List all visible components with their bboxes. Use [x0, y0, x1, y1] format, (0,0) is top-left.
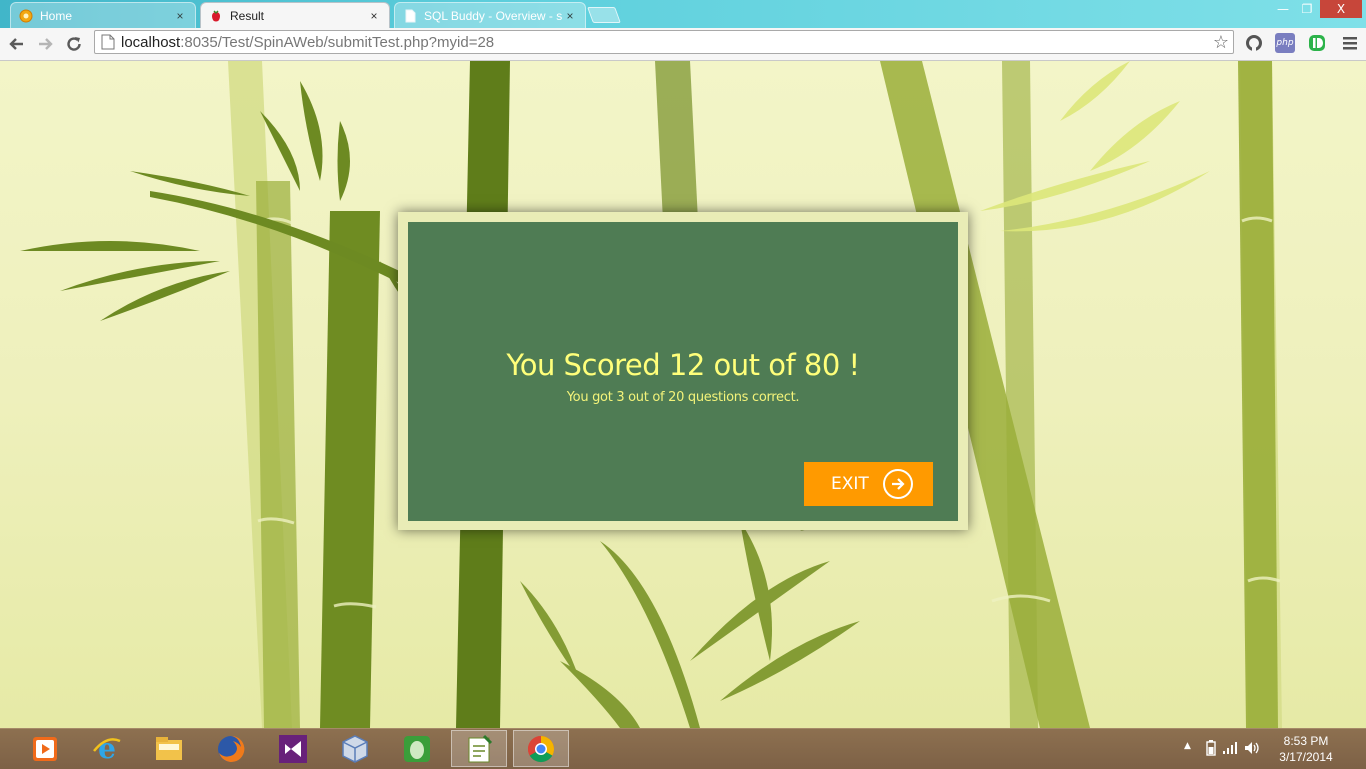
notepad-plus-plus-icon: [468, 734, 493, 762]
internet-explorer-icon: e: [93, 733, 121, 765]
taskbar-firefox[interactable]: [203, 730, 259, 767]
close-window-button[interactable]: X: [1320, 0, 1362, 18]
tab-title: Result: [230, 8, 265, 23]
taskbar-visual-studio[interactable]: [265, 730, 321, 767]
chrome-icon: [527, 735, 555, 762]
minimize-button[interactable]: —: [1272, 0, 1294, 18]
browser-titlebar: Home × Result × SQL Buddy - Overview - s…: [0, 0, 1366, 28]
media-player-icon: [33, 736, 57, 761]
score-title: You Scored 12 out of 80 !: [506, 348, 860, 382]
taskbar-notepad-plus-plus[interactable]: [451, 730, 507, 767]
idm-extension-icon[interactable]: [1307, 33, 1327, 53]
svg-text:e: e: [98, 733, 116, 765]
url-text: localhost:8035/Test/SpinAWeb/submitTest.…: [121, 33, 495, 51]
volume-icon[interactable]: [1244, 741, 1260, 755]
taskbar-chrome[interactable]: [513, 730, 569, 767]
home-favicon-icon: [19, 9, 33, 23]
tab-close-icon[interactable]: ×: [367, 9, 381, 23]
evernote-icon: [404, 735, 430, 762]
battery-icon[interactable]: [1206, 740, 1216, 756]
tab-close-icon[interactable]: ×: [563, 9, 577, 23]
taskbar-file-explorer[interactable]: [141, 730, 197, 767]
show-hidden-icons-icon[interactable]: ▲: [1184, 741, 1191, 751]
taskbar-internet-explorer[interactable]: e: [79, 730, 135, 767]
tab-result[interactable]: Result ×: [200, 2, 390, 28]
result-panel: You Scored 12 out of 80 ! You got 3 out …: [408, 222, 958, 521]
back-arrow-icon: [9, 38, 23, 50]
clock-date[interactable]: 3/17/2014: [1271, 750, 1341, 764]
reload-icon: [67, 37, 81, 51]
new-tab-button[interactable]: [587, 7, 621, 23]
folder-icon: [156, 736, 182, 760]
php-extension-icon[interactable]: php: [1275, 33, 1295, 53]
visual-studio-icon: [279, 734, 307, 763]
tab-home[interactable]: Home ×: [10, 2, 196, 28]
exit-button[interactable]: EXIT: [804, 462, 933, 506]
menu-icon[interactable]: [1340, 33, 1360, 53]
reload-button[interactable]: [62, 32, 86, 56]
bookmark-star-icon[interactable]: ☆: [1213, 32, 1229, 53]
exit-label: EXIT: [831, 474, 869, 494]
tab-title: Home: [40, 8, 73, 23]
result-card: You Scored 12 out of 80 ! You got 3 out …: [398, 212, 968, 530]
page-viewport: You Scored 12 out of 80 ! You got 3 out …: [0, 61, 1366, 728]
windows-taskbar: e ▲ 8:53 PM 3/17/2014: [0, 728, 1366, 769]
back-button[interactable]: [4, 32, 28, 56]
taskbar-media-player[interactable]: [17, 730, 73, 767]
browser-toolbar: localhost:8035/Test/SpinAWeb/submitTest.…: [0, 28, 1366, 61]
tab-sql-buddy[interactable]: SQL Buddy - Overview - s ×: [394, 2, 586, 28]
system-tray: ▲ 8:53 PM 3/17/2014: [1176, 729, 1366, 769]
taskbar-evernote[interactable]: [389, 730, 445, 767]
arrow-right-circle-icon: [882, 469, 913, 499]
signal-icon[interactable]: [1222, 741, 1238, 755]
page-favicon-icon: [403, 9, 417, 23]
page-icon: [101, 34, 115, 50]
address-bar[interactable]: localhost:8035/Test/SpinAWeb/submitTest.…: [94, 30, 1234, 54]
score-subtitle: You got 3 out of 20 questions correct.: [566, 390, 800, 405]
forward-button[interactable]: [34, 32, 58, 56]
extension-o-icon[interactable]: [1244, 33, 1264, 53]
clock-time[interactable]: 8:53 PM: [1271, 734, 1341, 748]
tab-close-icon[interactable]: ×: [173, 9, 187, 23]
restore-button[interactable]: ❐: [1296, 0, 1318, 18]
strawberry-favicon-icon: [209, 9, 223, 23]
forward-arrow-icon: [39, 38, 53, 50]
virtualbox-icon: [342, 734, 368, 763]
tab-title: SQL Buddy - Overview - s: [424, 8, 563, 23]
taskbar-virtualbox[interactable]: [327, 730, 383, 767]
firefox-icon: [218, 735, 245, 762]
